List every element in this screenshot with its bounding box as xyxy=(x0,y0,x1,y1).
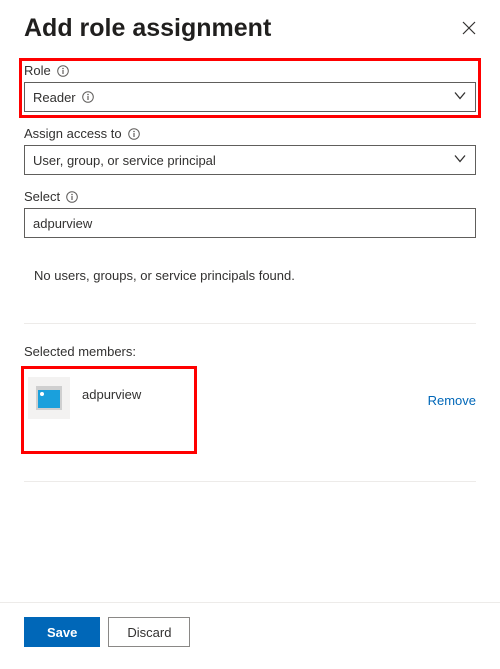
footer: Save Discard xyxy=(0,603,500,669)
app-icon xyxy=(36,386,62,410)
close-icon xyxy=(462,21,476,35)
member-name: adpurview xyxy=(82,387,141,402)
info-icon[interactable] xyxy=(82,91,94,103)
panel-title: Add role assignment xyxy=(24,14,271,43)
highlight-box: adpurview xyxy=(24,369,194,451)
info-icon[interactable] xyxy=(57,65,69,77)
no-results-text: No users, groups, or service principals … xyxy=(24,252,476,297)
remove-member-link[interactable]: Remove xyxy=(428,393,476,408)
save-button[interactable]: Save xyxy=(24,617,100,647)
role-label: Role xyxy=(24,63,51,78)
select-label: Select xyxy=(24,189,60,204)
assign-access-select[interactable]: User, group, or service principal xyxy=(24,145,476,175)
role-label-row: Role xyxy=(24,63,476,78)
select-label-row: Select xyxy=(24,189,476,204)
role-select[interactable]: Reader xyxy=(24,82,476,112)
info-icon[interactable] xyxy=(66,191,78,203)
chevron-down-icon xyxy=(453,89,467,106)
assign-access-label: Assign access to xyxy=(24,126,122,141)
chevron-down-icon xyxy=(453,152,467,169)
select-field: Select xyxy=(24,189,476,238)
member-avatar xyxy=(28,377,70,419)
role-field: Role Reader xyxy=(21,60,479,116)
selected-members-label: Selected members: xyxy=(24,344,476,359)
role-select-value: Reader xyxy=(33,90,76,105)
info-icon[interactable] xyxy=(128,128,140,140)
member-row: adpurview Remove xyxy=(24,369,476,451)
discard-button[interactable]: Discard xyxy=(108,617,190,647)
assign-access-value: User, group, or service principal xyxy=(33,153,216,168)
select-search-input[interactable] xyxy=(24,208,476,238)
assign-access-field: Assign access to User, group, or service… xyxy=(24,126,476,175)
divider xyxy=(24,323,476,324)
divider xyxy=(24,481,476,482)
close-button[interactable] xyxy=(462,14,476,38)
panel-header: Add role assignment xyxy=(24,14,476,43)
assign-access-label-row: Assign access to xyxy=(24,126,476,141)
